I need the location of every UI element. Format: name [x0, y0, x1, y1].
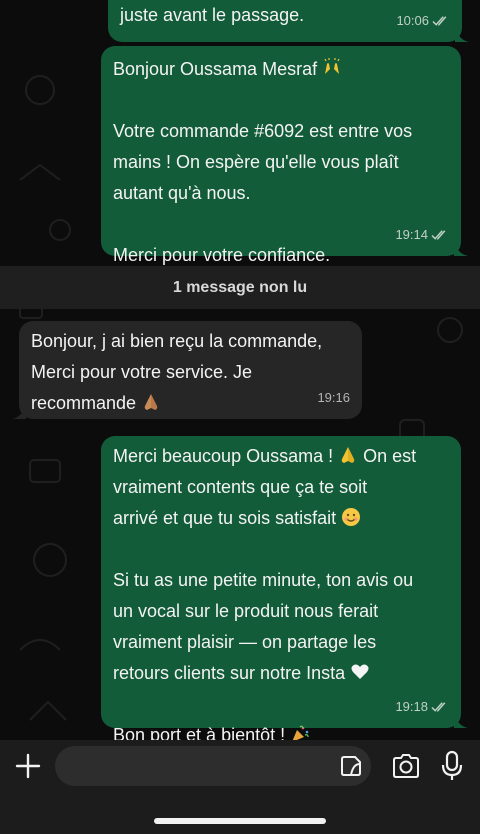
- message-text: Votre commande #6092 est entre vos: [113, 121, 413, 141]
- raising-hands-emoji-icon: [324, 58, 340, 74]
- message-text: Bonjour Oussama Mesraf: [113, 59, 318, 79]
- message-text: mains ! On espère qu'elle vous plaît: [113, 152, 399, 172]
- unread-banner-text: 1 message non lu: [172, 278, 308, 296]
- composer-bar: [0, 740, 480, 834]
- double-check-icon: [432, 15, 447, 26]
- message-input[interactable]: [69, 746, 333, 788]
- bubble-tail: [454, 242, 468, 256]
- message-text: vraiment plaisir — on partage les: [113, 632, 377, 652]
- bubble-tail: [12, 405, 26, 419]
- bubble-tail: [454, 714, 468, 728]
- bubble-tail: [455, 28, 469, 42]
- white-heart-emoji-icon: [351, 664, 369, 679]
- message-time: 19:14: [395, 227, 428, 242]
- unread-messages-banner: 1 message non lu: [0, 266, 480, 309]
- message-text: un vocal sur le produit nous ferait: [113, 601, 379, 621]
- message-meta: 19:16: [317, 382, 350, 413]
- message-bubble-outgoing[interactable]: Bonjour Oussama Mesraf Votre commande #6…: [101, 46, 468, 265]
- message-time: 19:16: [317, 390, 350, 405]
- message-list[interactable]: juste avant le passage. 10:06 Bonjour Ou…: [0, 0, 480, 745]
- message-meta: 10:06: [396, 5, 450, 36]
- message-meta: 19:18: [395, 691, 449, 722]
- message-text: autant qu'à nous.: [113, 183, 251, 203]
- message-text: Merci beaucoup Oussama !: [113, 446, 334, 466]
- folded-hands-emoji-icon: [144, 394, 158, 410]
- message-bubble-incoming[interactable]: Bonjour, j ai bien reçu la commande, Mer…: [12, 321, 362, 419]
- message-input-container[interactable]: [55, 746, 371, 788]
- message-text: recommande: [31, 393, 137, 413]
- double-check-icon: [431, 229, 446, 240]
- microphone-icon[interactable]: [441, 750, 463, 782]
- home-indicator: [154, 818, 326, 824]
- smiling-face-emoji-icon: [342, 508, 361, 526]
- message-time: 19:18: [395, 699, 428, 714]
- message-text: retours clients sur notre Insta: [113, 663, 346, 683]
- message-meta: 19:14: [395, 219, 449, 250]
- message-text: Si tu as une petite minute, ton avis ou: [113, 570, 414, 590]
- camera-icon[interactable]: [391, 752, 421, 780]
- double-check-icon: [431, 701, 446, 712]
- message-bubble-outgoing[interactable]: juste avant le passage. 10:06: [108, 0, 469, 42]
- message-text: Bonjour, j ai bien reçu la commande,: [31, 331, 323, 351]
- message-bubble-outgoing[interactable]: Merci beaucoup Oussama ! On est vraiment…: [101, 436, 468, 745]
- plus-icon[interactable]: [14, 752, 42, 780]
- chat-screen: juste avant le passage. 10:06 Bonjour Ou…: [0, 0, 480, 834]
- message-time: 10:06: [396, 13, 429, 28]
- message-text: On est: [363, 446, 417, 466]
- message-text: vraiment contents que ça te soit: [113, 477, 368, 497]
- sticker-icon[interactable]: [339, 754, 363, 778]
- folded-hands-emoji-icon: [341, 447, 355, 463]
- message-text: arrivé et que tu sois satisfait: [113, 508, 337, 528]
- message-text: Merci pour votre service. Je: [31, 362, 253, 382]
